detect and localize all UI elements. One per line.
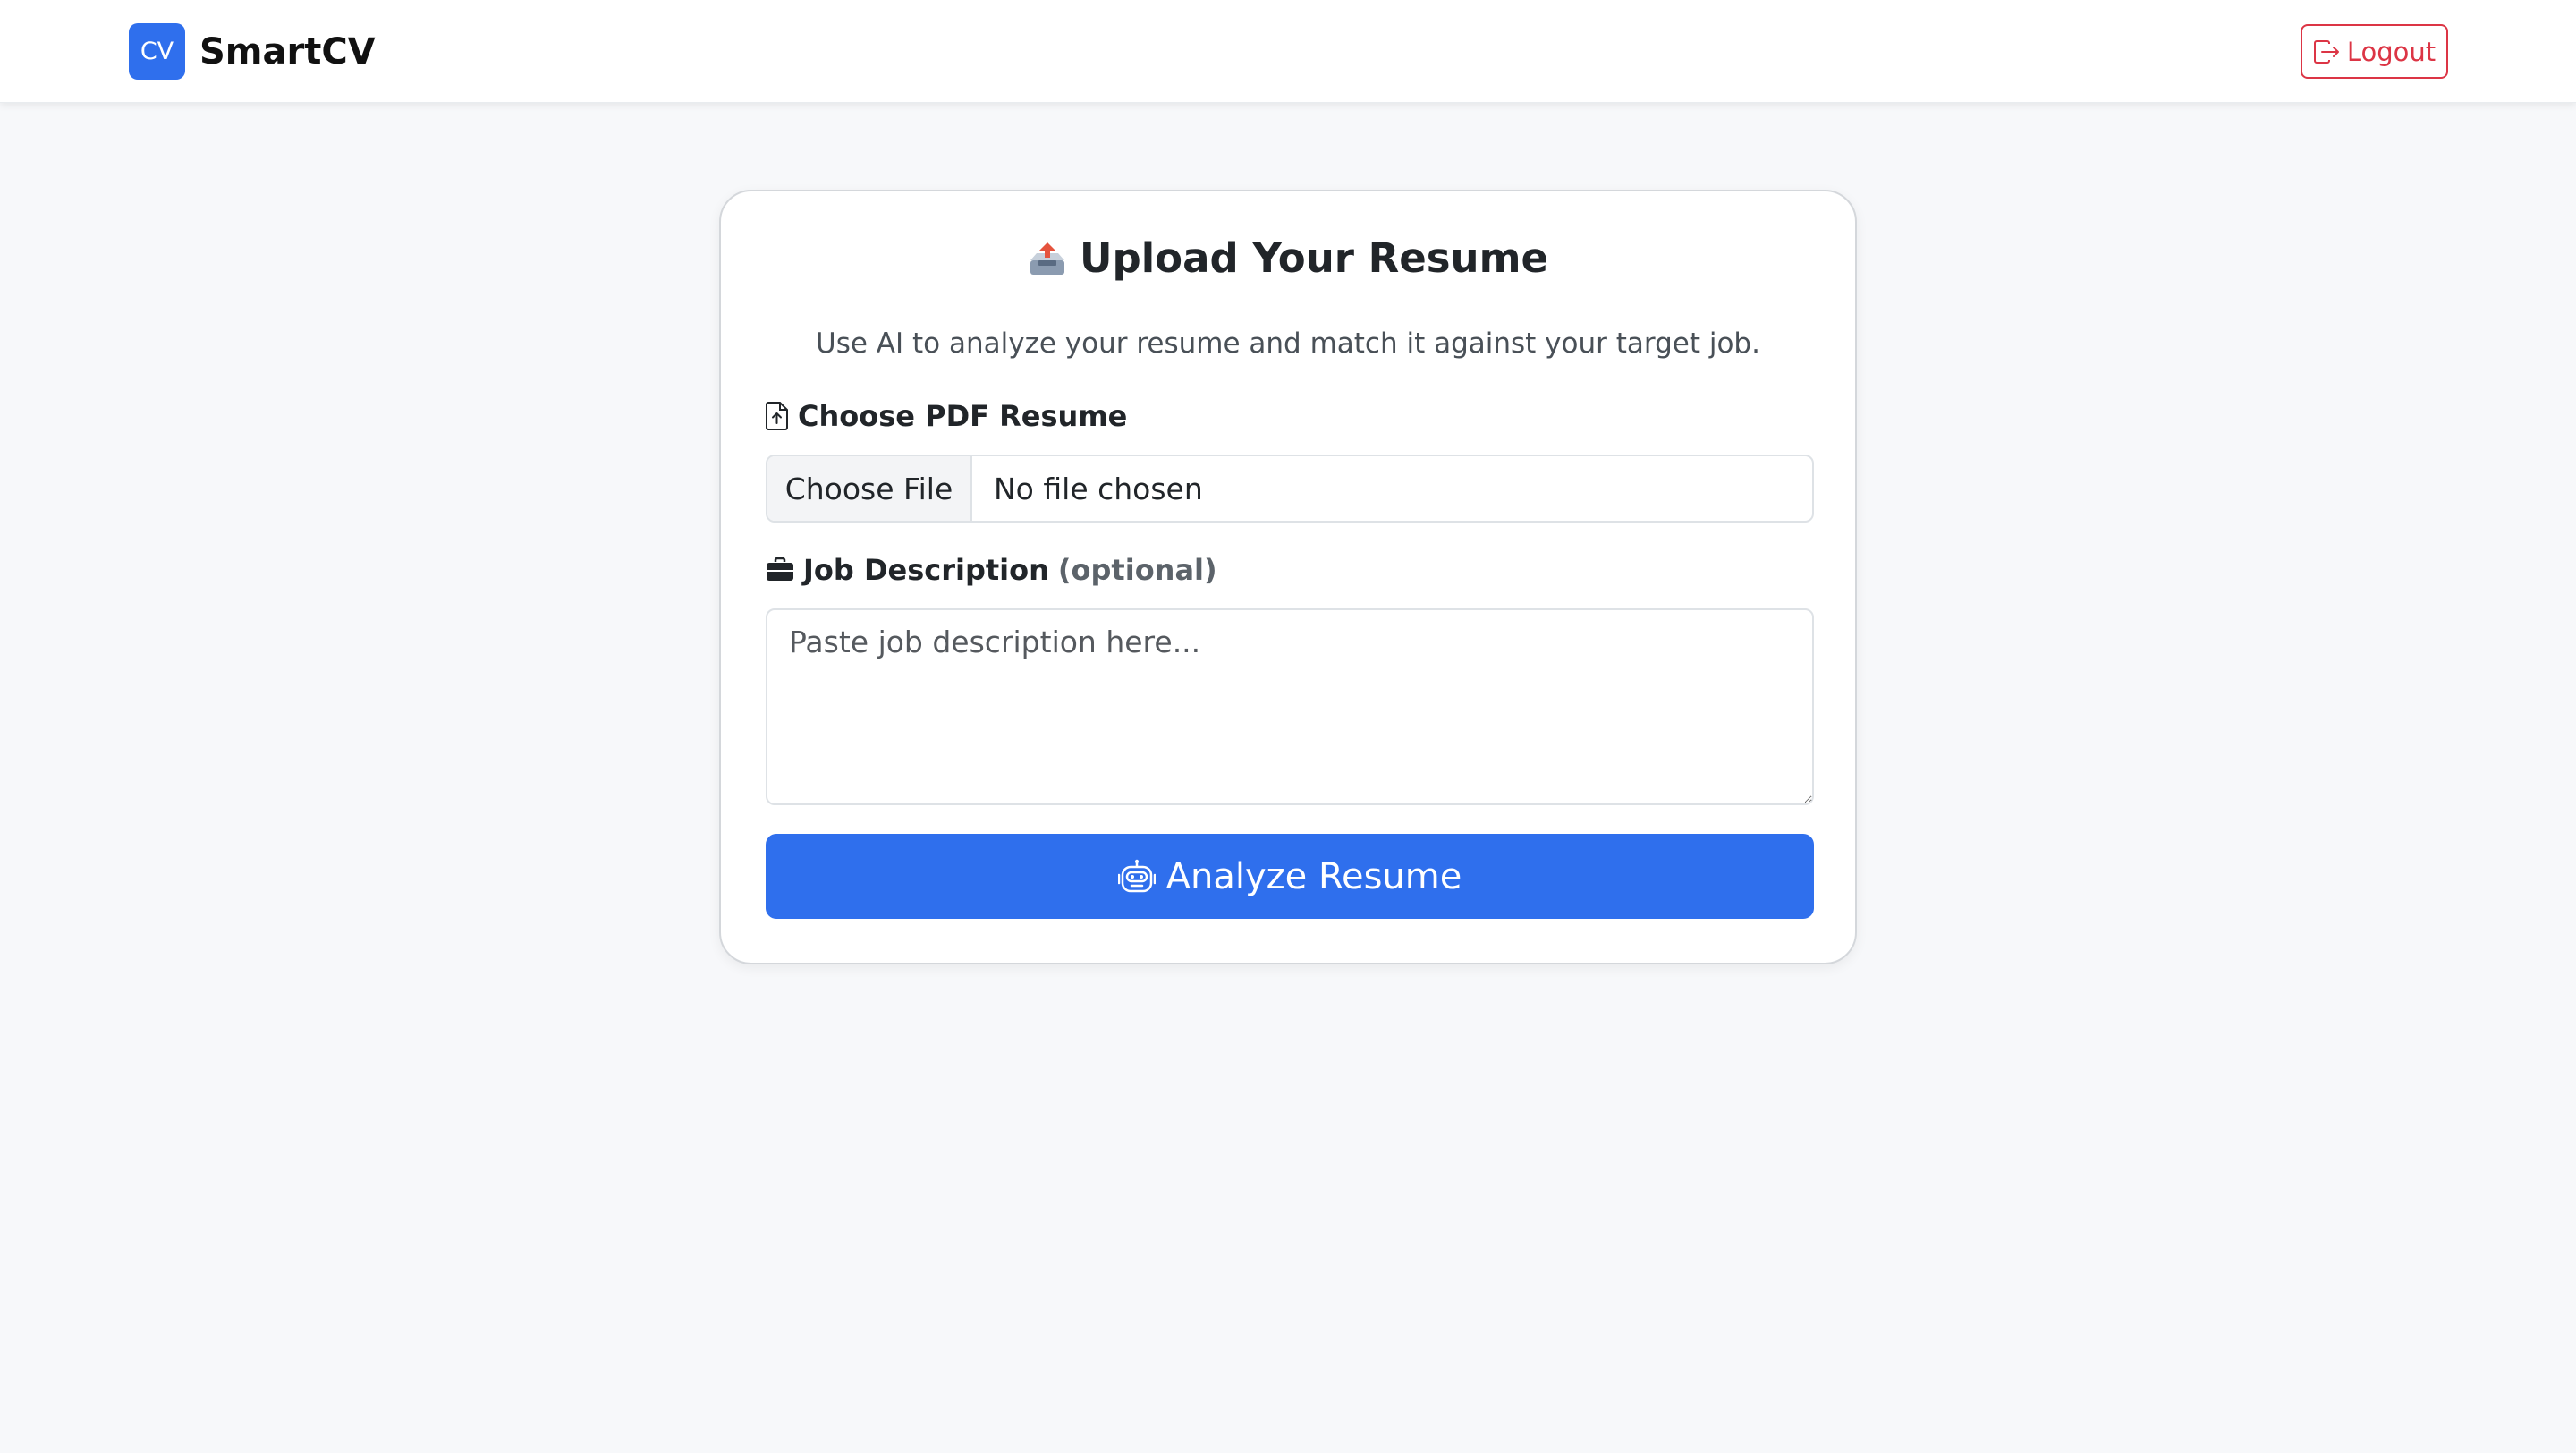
upload-card: Upload Your Resume Use AI to analyze you… bbox=[719, 190, 1857, 964]
file-upload-icon bbox=[766, 402, 789, 430]
file-status-text: No file chosen bbox=[994, 471, 1203, 506]
optional-hint: (optional) bbox=[1057, 553, 1217, 587]
inbox-tray-icon bbox=[1028, 241, 1067, 276]
robot-icon bbox=[1117, 859, 1156, 895]
card-subtitle: Use AI to analyze your resume and match … bbox=[816, 327, 1760, 360]
top-navbar: CV SmartCV Logout bbox=[0, 0, 2576, 103]
analyze-resume-button[interactable]: Analyze Resume bbox=[766, 834, 1814, 919]
briefcase-icon bbox=[766, 557, 794, 582]
resume-file-input[interactable]: Choose File No file chosen bbox=[766, 455, 1814, 523]
resume-field-label: Choose PDF Resume bbox=[766, 399, 1127, 433]
job-description-label-text: Job Description bbox=[803, 553, 1049, 587]
logout-icon bbox=[2313, 39, 2339, 64]
card-title-text: Upload Your Resume bbox=[1079, 234, 1548, 282]
resume-field-label-text: Choose PDF Resume bbox=[798, 399, 1128, 433]
job-description-label: Job Description (optional) bbox=[766, 553, 1217, 587]
brand-home-link[interactable]: CV SmartCV bbox=[129, 23, 376, 80]
brand-logo: CV bbox=[129, 23, 185, 80]
job-description-textarea[interactable] bbox=[766, 608, 1814, 805]
choose-file-button[interactable]: Choose File bbox=[767, 456, 972, 521]
brand-name: SmartCV bbox=[199, 30, 376, 72]
logout-label: Logout bbox=[2346, 36, 2436, 67]
logout-button[interactable]: Logout bbox=[2301, 24, 2448, 79]
analyze-button-label: Analyze Resume bbox=[1165, 855, 1462, 897]
card-title: Upload Your Resume bbox=[721, 234, 1855, 282]
